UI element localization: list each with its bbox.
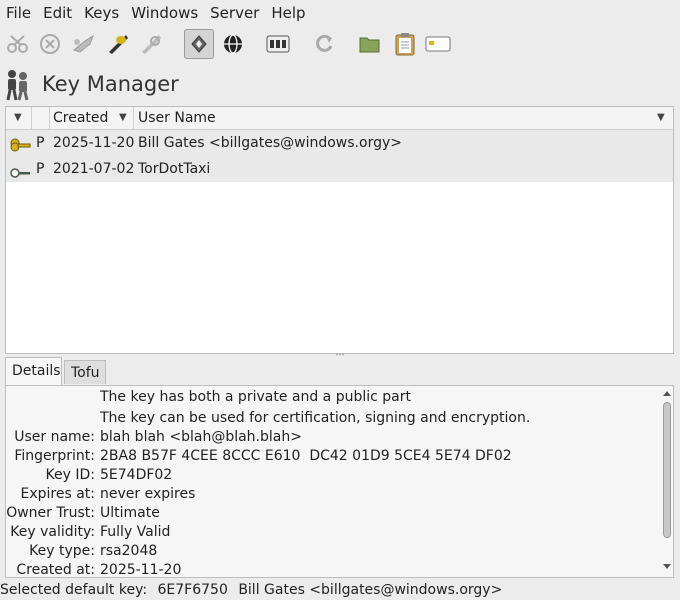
detail-label: Key validity: [10,524,95,540]
detail-row-fingerprint: Fingerprint: 2BA8 B57F 4CEE 8CCC E610 DC… [6,447,656,466]
column-header-created[interactable]: Created ▼ [50,107,134,129]
detail-label: Owner Trust: [6,505,95,521]
detail-value: 2025-11-20 [100,562,182,578]
tab-details[interactable]: Details [5,357,62,385]
column-header-user-name-label: User Name [138,110,216,126]
key-parts-note: The key has both a private and a public … [100,389,411,405]
key-type-cell: P [36,135,45,151]
key-manager-button[interactable] [184,29,214,59]
globe-icon [224,34,242,54]
detail-label: Fingerprint: [14,448,95,464]
sort-arrow-icon: ▼ [657,112,665,123]
clipboard-icon [395,33,415,56]
detail-value: blah blah <blah@blah.blah> [100,429,302,445]
column-header-icon[interactable]: ▼ [6,107,32,129]
key-pair-icon [9,135,31,152]
keyserver-button[interactable] [218,29,248,59]
table-row[interactable]: P 2025-11-20 Bill Gates <billgates@windo… [6,130,673,157]
menu-edit[interactable]: Edit [37,1,78,25]
refresh-icon [316,34,333,52]
sign-key-button[interactable] [69,29,99,59]
detail-label: Key type: [29,543,95,559]
detail-row-key-type: Key type: rsa2048 [6,542,656,561]
keyring-icon [266,35,290,53]
open-file-button[interactable] [355,29,385,59]
status-user: Bill Gates <billgates@windows.orgy> [238,582,503,598]
detail-row-key-validity: Key validity: Fully Valid [6,523,656,542]
edit-key-alt-icon [142,35,161,54]
user-name-cell: Bill Gates <billgates@windows.orgy> [138,135,402,151]
detail-row-expires: Expires at: never expires [6,485,656,504]
detail-value: Fully Valid [100,524,171,540]
detail-label: User name: [14,429,95,445]
detail-row-owner-trust: Owner Trust: Ultimate [6,504,656,523]
refresh-button[interactable] [309,29,339,59]
menu-help[interactable]: Help [265,1,311,25]
scroll-thumb[interactable] [663,402,671,538]
public-key-icon [9,162,31,178]
toolbar [0,26,680,62]
sort-arrow-icon: ▼ [119,112,127,123]
splitter-handle[interactable] [336,353,344,356]
menu-bar: File Edit Keys Windows Server Help [0,0,680,26]
card-icon [425,36,451,52]
delete-icon [40,34,60,54]
keyring-button[interactable] [263,29,293,59]
page-title: Key Manager [42,72,179,96]
menu-windows[interactable]: Windows [125,1,204,25]
sort-arrow-icon: ▼ [14,112,22,123]
user-name-cell: TorDotTaxi [138,161,211,177]
details-scrollbar[interactable] [661,386,673,577]
column-header-created-label: Created [53,110,109,126]
menu-server[interactable]: Server [204,1,265,25]
edit-key-icon [109,35,128,54]
detail-row-user-name: User name: blah blah <blah@blah.blah> [6,428,656,447]
key-list-header: ▼ Created ▼ User Name ▼ [6,107,673,130]
menu-keys[interactable]: Keys [78,1,125,25]
column-header-type[interactable] [32,107,50,129]
detail-value: 2BA8 B57F 4CEE 8CCC E610 DC42 01D9 5CE4 … [100,448,512,464]
edit-key-button[interactable] [104,29,134,59]
edit-key-alt-button[interactable] [137,29,167,59]
detail-row-key-id: Key ID: 5E74DF02 [6,466,656,485]
status-bar: Selected default key: 6E7F6750 Bill Gate… [0,581,680,600]
status-label: Selected default key: [0,582,148,598]
cut-button[interactable] [3,29,33,59]
detail-label: Expires at: [20,486,96,502]
page-heading: Key Manager [0,64,680,106]
delete-button[interactable] [35,29,65,59]
created-cell: 2025-11-20 [53,135,135,151]
menu-file[interactable]: File [0,1,37,25]
created-cell: 2021-07-02 [53,161,135,177]
card-button[interactable] [423,29,453,59]
detail-label: Created at: [16,562,95,578]
column-header-user-name[interactable]: User Name ▼ [134,107,673,129]
detail-value: Ultimate [100,505,160,521]
detail-row-created-at: Created at: 2025-11-20 [6,561,656,578]
detail-label: Key ID: [45,467,95,483]
scroll-down-icon[interactable] [662,563,672,571]
detail-value: rsa2048 [100,543,158,559]
detail-value: never expires [100,486,196,502]
table-row[interactable]: P 2021-07-02 TorDotTaxi [6,156,673,183]
sign-key-icon [72,34,94,53]
key-usage-note: The key can be used for certification, s… [100,410,531,426]
status-key-id: 6E7F6750 [157,582,228,598]
key-list[interactable]: ▼ Created ▼ User Name ▼ P 2025-11-20 Bil… [5,106,674,354]
clipboard-button[interactable] [390,29,420,59]
keys-people-icon [6,70,29,101]
folder-icon [359,37,380,53]
key-type-cell: P [36,161,45,177]
scissors-icon [7,35,28,53]
tab-tofu[interactable]: Tofu [64,360,106,384]
details-panel: The key has both a private and a public … [5,385,674,578]
detail-value: 5E74DF02 [100,467,173,483]
scroll-up-icon[interactable] [662,389,672,397]
key-manager-icon [191,35,207,53]
